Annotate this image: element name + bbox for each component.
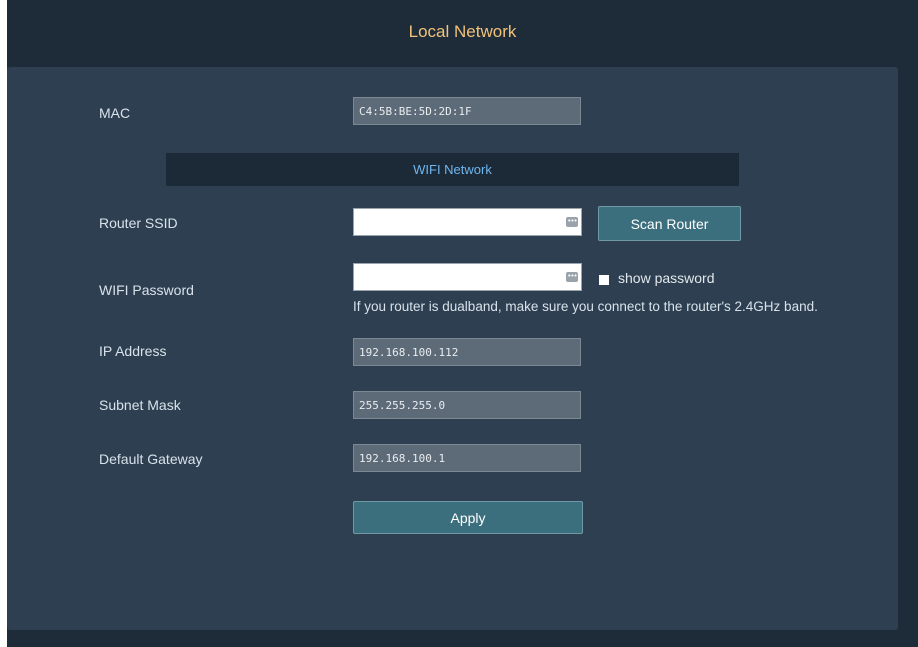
wifi-section-header: WIFI Network	[166, 153, 739, 186]
ip-address-label: IP Address	[99, 343, 167, 359]
show-password-label[interactable]: show password	[618, 270, 715, 286]
header: Local Network	[7, 0, 918, 64]
router-ssid-input[interactable]	[353, 208, 582, 236]
ip-address-field: 192.168.100.112	[353, 338, 581, 366]
mac-field: C4:5B:BE:5D:2D:1F	[353, 97, 581, 125]
mac-label: MAC	[99, 105, 131, 121]
default-gateway-field: 192.168.100.1	[353, 444, 581, 472]
subnet-mask-field: 255.255.255.0	[353, 391, 581, 419]
section-title: WIFI Network	[413, 162, 492, 177]
dualband-hint: If you router is dualband, make sure you…	[353, 299, 818, 314]
subnet-mask-label: Subnet Mask	[99, 397, 181, 413]
network-settings-panel: MAC C4:5B:BE:5D:2D:1F WIFI Network Route…	[7, 67, 898, 630]
wifi-password-input[interactable]	[353, 263, 582, 291]
scan-router-button[interactable]: Scan Router	[598, 206, 741, 241]
page-title: Local Network	[408, 22, 517, 41]
router-ssid-label: Router SSID	[99, 215, 178, 231]
apply-button[interactable]: Apply	[353, 501, 583, 534]
default-gateway-label: Default Gateway	[99, 451, 203, 467]
show-password-checkbox[interactable]	[599, 275, 609, 285]
key-icon[interactable]: •••	[566, 272, 578, 282]
wifi-password-label: WIFI Password	[99, 282, 194, 298]
app-frame: Local Network MAC C4:5B:BE:5D:2D:1F WIFI…	[7, 0, 918, 647]
key-icon[interactable]: •••	[566, 217, 578, 227]
